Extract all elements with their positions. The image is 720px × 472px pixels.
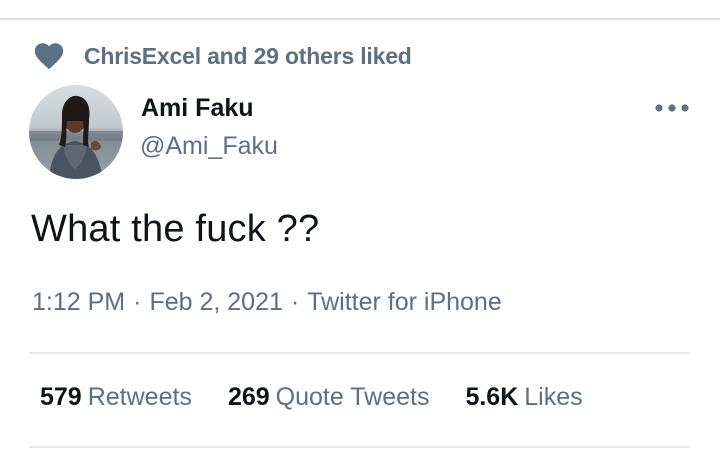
likes-stat[interactable]: 5.6K Likes (465, 383, 582, 412)
more-icon (654, 100, 690, 118)
quote-tweets-count: 269 (227, 383, 270, 411)
tweet-time[interactable]: 1:12 PM (32, 288, 125, 316)
author-handle[interactable]: @Ami_Faku (140, 132, 278, 161)
social-context[interactable]: ChrisExcel and 29 others liked (32, 38, 412, 74)
retweets-stat[interactable]: 579 Retweets (40, 383, 192, 412)
quote-tweets-stat[interactable]: 269 Quote Tweets (228, 383, 430, 412)
more-options-button[interactable] (650, 95, 694, 123)
meta-separator: · (133, 288, 142, 316)
quote-tweets-label: Quote Tweets (275, 383, 430, 411)
retweets-label: Retweets (87, 383, 192, 411)
likes-count: 5.6K (465, 383, 519, 411)
stats-bottom-divider (29, 446, 690, 448)
tweet-metadata: 1:12 PM · Feb 2, 2021 · Twitter for iPhone (32, 288, 502, 317)
likes-label: Likes (524, 383, 583, 411)
tweet-text: What the fuck ?? (31, 208, 320, 250)
tweet-date[interactable]: Feb 2, 2021 (149, 288, 282, 316)
tweet-stats: 579 Retweets 269 Quote Tweets 5.6K Likes (40, 383, 619, 412)
stats-top-divider (29, 352, 690, 354)
heart-icon (32, 39, 66, 73)
top-divider (0, 18, 720, 20)
meta-separator: · (290, 288, 300, 316)
author-name[interactable]: Ami Faku (141, 94, 254, 123)
retweets-count: 579 (40, 383, 82, 411)
avatar[interactable] (29, 85, 123, 179)
social-context-text: ChrisExcel and 29 others liked (84, 42, 412, 69)
tweet-source[interactable]: Twitter for iPhone (307, 288, 502, 316)
